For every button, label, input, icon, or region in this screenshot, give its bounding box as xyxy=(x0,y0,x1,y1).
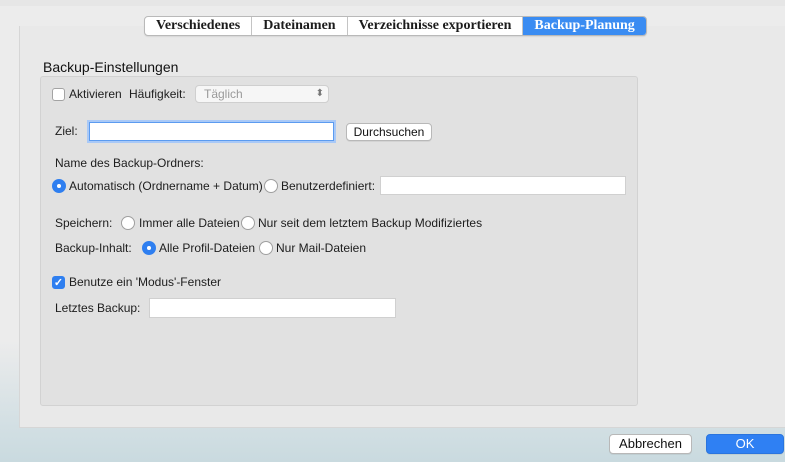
content-label: Backup-Inhalt: xyxy=(55,241,132,255)
group-title: Backup-Einstellungen xyxy=(41,59,181,75)
tab-dateinamen[interactable]: Dateinamen xyxy=(252,17,348,35)
folder-auto-label: Automatisch (Ordnername + Datum) xyxy=(69,179,263,193)
save-all-label: Immer alle Dateien xyxy=(139,216,240,230)
modal-window-checkbox[interactable]: ✓ xyxy=(52,276,65,289)
frequency-label: Häufigkeit: xyxy=(129,87,186,101)
activate-label: Aktivieren xyxy=(69,87,122,101)
last-backup-field xyxy=(149,298,396,318)
save-label: Speichern: xyxy=(55,216,113,230)
target-field[interactable] xyxy=(89,122,334,141)
content-all-label: Alle Profil-Dateien xyxy=(159,241,256,255)
folder-name-label: Name des Backup-Ordners: xyxy=(55,156,204,170)
updown-chevron-icon: ⬍ xyxy=(315,88,324,99)
modal-window-label: Benutze ein 'Modus'-Fenster xyxy=(69,275,221,289)
tab-backup-planung[interactable]: Backup-Planung xyxy=(523,17,646,35)
folder-custom-radio[interactable] xyxy=(264,179,278,193)
tab-bar: Verschiedenes Dateinamen Verzeichnisse e… xyxy=(144,16,647,36)
target-label: Ziel: xyxy=(55,124,78,138)
activate-checkbox[interactable] xyxy=(52,88,65,101)
folder-custom-label: Benutzerdefiniert: xyxy=(281,179,376,193)
content-mail-radio[interactable] xyxy=(259,241,273,255)
save-all-radio[interactable] xyxy=(121,216,135,230)
tab-verschiedenes[interactable]: Verschiedenes xyxy=(145,17,253,35)
save-modified-radio[interactable] xyxy=(241,216,255,230)
ok-button[interactable]: OK xyxy=(706,434,784,454)
content-all-radio[interactable] xyxy=(142,241,156,255)
content-mail-label: Nur Mail-Dateien xyxy=(276,241,367,255)
window-top-edge xyxy=(0,0,785,6)
folder-auto-radio[interactable] xyxy=(52,179,66,193)
tab-verzeichnisse-exportieren[interactable]: Verzeichnisse exportieren xyxy=(348,17,524,35)
last-backup-label: Letztes Backup: xyxy=(55,301,141,315)
folder-custom-field[interactable] xyxy=(380,176,626,195)
frequency-select[interactable]: Täglich ⬍ xyxy=(195,85,329,103)
cancel-button[interactable]: Abbrechen xyxy=(609,434,692,454)
browse-button[interactable]: Durchsuchen xyxy=(346,123,432,141)
save-modified-label: Nur seit dem letztem Backup Modifizierte… xyxy=(258,216,483,230)
frequency-value: Täglich xyxy=(204,87,243,101)
